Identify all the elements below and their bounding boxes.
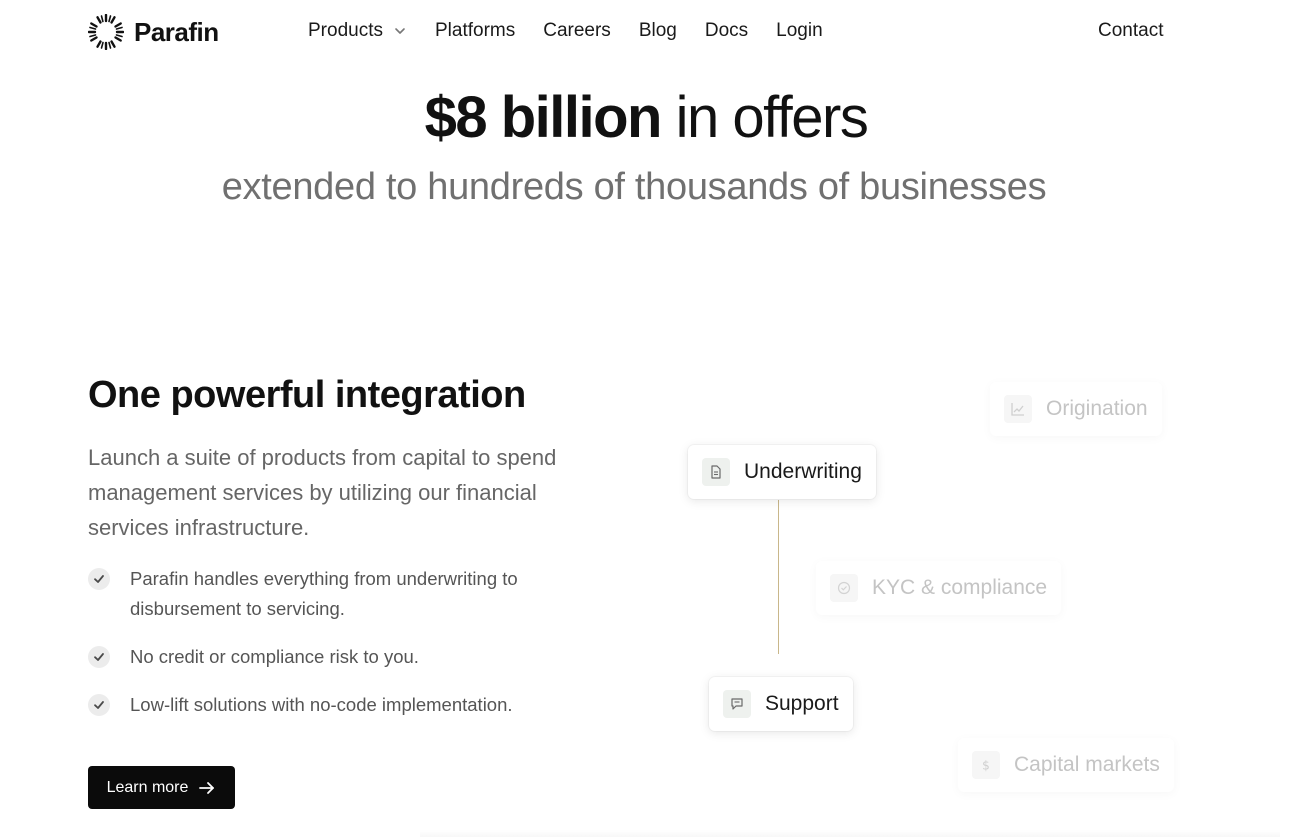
nav-platforms[interactable]: Platforms — [435, 20, 515, 42]
page: Parafin Products Platforms Careers Blog … — [0, 0, 1292, 837]
feature-item: No credit or compliance risk to you. — [88, 642, 588, 672]
brand-name: Parafin — [134, 16, 219, 47]
chevron-down-icon — [395, 28, 405, 34]
card-label: Support — [765, 692, 839, 715]
diagram-connector-line — [778, 500, 779, 654]
logo-link[interactable]: Parafin — [88, 14, 219, 50]
arrow-right-icon — [199, 781, 215, 794]
feature-item: Parafin handles everything from underwri… — [88, 564, 588, 624]
feature-text: No credit or compliance risk to you. — [130, 646, 419, 667]
hero-title-amount: $8 billion — [424, 85, 663, 150]
nav-login[interactable]: Login — [776, 20, 823, 42]
hero-title: $8 billion in offers — [0, 84, 1292, 151]
nav-contact[interactable]: Contact — [1098, 20, 1163, 42]
svg-text:$: $ — [982, 759, 990, 773]
hero-title-rest: in offers — [660, 85, 869, 150]
card-capital-markets: $ Capital markets — [958, 738, 1174, 792]
parafin-logo-icon — [88, 14, 124, 50]
learn-more-label: Learn more — [106, 778, 189, 796]
card-origination: Origination — [990, 382, 1162, 436]
hero-subtitle: extended to hundreds of thousands of bus… — [221, 166, 1047, 208]
learn-more-button[interactable]: Learn more — [88, 766, 235, 809]
card-label: Underwriting — [744, 460, 862, 483]
feature-text: Parafin handles everything from underwri… — [130, 568, 518, 619]
nav-links: Products Platforms Careers Blog Docs Log… — [308, 20, 851, 42]
card-label: Capital markets — [1014, 753, 1160, 776]
card-label: Origination — [1046, 397, 1148, 420]
feature-item: Low-lift solutions with no-code implemen… — [88, 690, 588, 720]
card-underwriting: Underwriting — [688, 445, 876, 499]
chart-icon — [1004, 395, 1032, 423]
check-icon — [88, 694, 110, 716]
nav-docs[interactable]: Docs — [705, 20, 748, 42]
document-icon — [702, 458, 730, 486]
nav-products[interactable]: Products — [308, 20, 407, 42]
nav-careers[interactable]: Careers — [543, 20, 611, 42]
check-circle-icon — [830, 574, 858, 602]
top-nav: Parafin Products Platforms Careers Blog … — [0, 0, 1292, 64]
chat-icon — [723, 690, 751, 718]
check-icon — [88, 646, 110, 668]
card-label: KYC & compliance — [872, 576, 1048, 599]
nav-blog[interactable]: Blog — [639, 20, 677, 42]
card-kyc-compliance: KYC & compliance — [816, 561, 1062, 615]
check-icon — [88, 568, 110, 590]
integration-description: Launch a suite of products from capital … — [88, 445, 557, 540]
dollar-icon: $ — [972, 751, 1000, 779]
feature-text: Low-lift solutions with no-code implemen… — [130, 694, 513, 715]
integration-title: One powerful integration — [88, 374, 526, 416]
card-support: Support — [709, 677, 853, 731]
section-bottom-shadow — [420, 830, 1280, 837]
feature-list: Parafin handles everything from underwri… — [88, 564, 588, 738]
nav-products-label: Products — [308, 20, 383, 41]
